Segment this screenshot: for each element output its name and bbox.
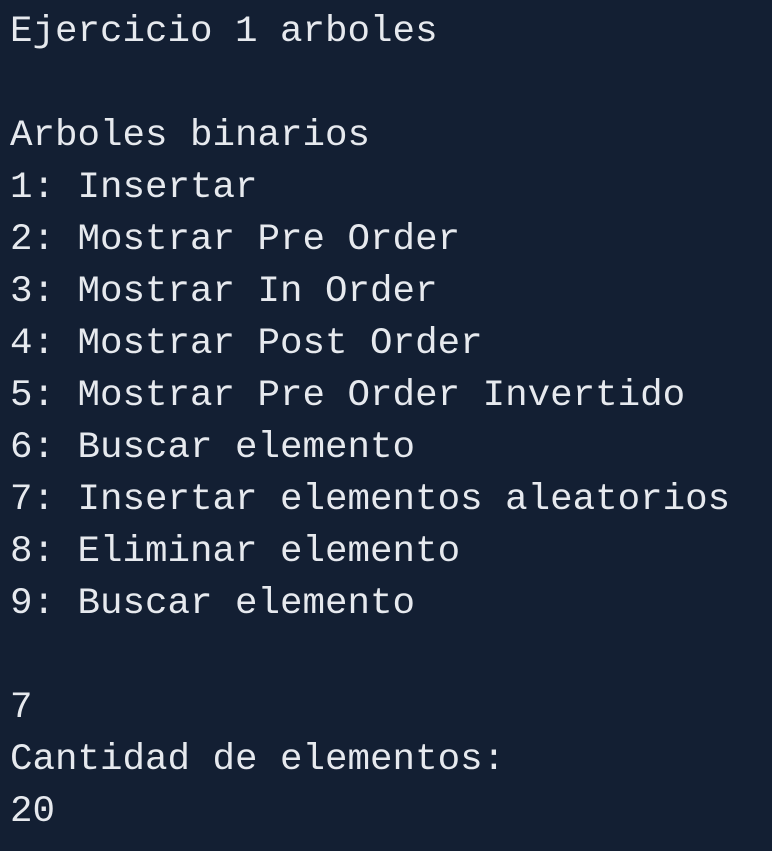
menu-item-buscar-elemento: 6: Buscar elemento [10, 427, 416, 469]
menu-item-post-order: 4: Mostrar Post Order [10, 323, 483, 365]
user-choice: 7 [10, 687, 33, 729]
quantity-prompt: Cantidad de elementos: [10, 739, 506, 781]
menu-item-pre-order-invertido: 5: Mostrar Pre Order Invertido [10, 375, 686, 417]
console-output: Ejercicio 1 arboles Arboles binarios 1: … [0, 0, 772, 851]
menu-heading: Arboles binarios [10, 115, 371, 157]
menu-item-in-order: 3: Mostrar In Order [10, 271, 438, 313]
menu-item-pre-order: 2: Mostrar Pre Order [10, 219, 461, 261]
program-title: Ejercicio 1 arboles [10, 11, 438, 53]
menu-item-insertar: 1: Insertar [10, 167, 258, 209]
menu-item-insertar-aleatorios: 7: Insertar elementos aleatorios [10, 479, 731, 521]
menu-item-eliminar-elemento: 8: Eliminar elemento [10, 531, 461, 573]
quantity-input[interactable]: 20 [10, 786, 772, 838]
menu-item-buscar-elemento-2: 9: Buscar elemento [10, 583, 416, 625]
